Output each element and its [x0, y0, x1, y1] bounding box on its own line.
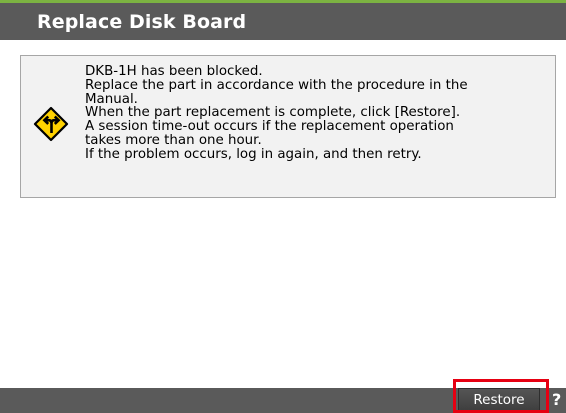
- message-line: takes more than one hour.: [85, 132, 262, 148]
- dialog-title: Replace Disk Board: [37, 10, 247, 33]
- message-line: When the part replacement is complete, c…: [85, 105, 461, 121]
- message-line: If the problem occurs, log in again, and…: [85, 146, 422, 162]
- warning-icon: [33, 106, 69, 142]
- replace-disk-board-dialog: Replace Disk Board DKB-1H has been block…: [0, 0, 566, 413]
- message-text: DKB-1H has been blocked. Replace the par…: [85, 65, 551, 162]
- message-line: Manual.: [85, 91, 138, 107]
- title-bar: Replace Disk Board: [0, 3, 566, 40]
- message-line: Replace the part in accordance with the …: [85, 77, 468, 93]
- message-panel: DKB-1H has been blocked. Replace the par…: [20, 55, 556, 198]
- restore-highlight-box: [453, 379, 549, 413]
- message-line: A session time-out occurs if the replace…: [85, 119, 454, 135]
- message-line: DKB-1H has been blocked.: [85, 64, 263, 79]
- help-icon[interactable]: ?: [552, 389, 566, 411]
